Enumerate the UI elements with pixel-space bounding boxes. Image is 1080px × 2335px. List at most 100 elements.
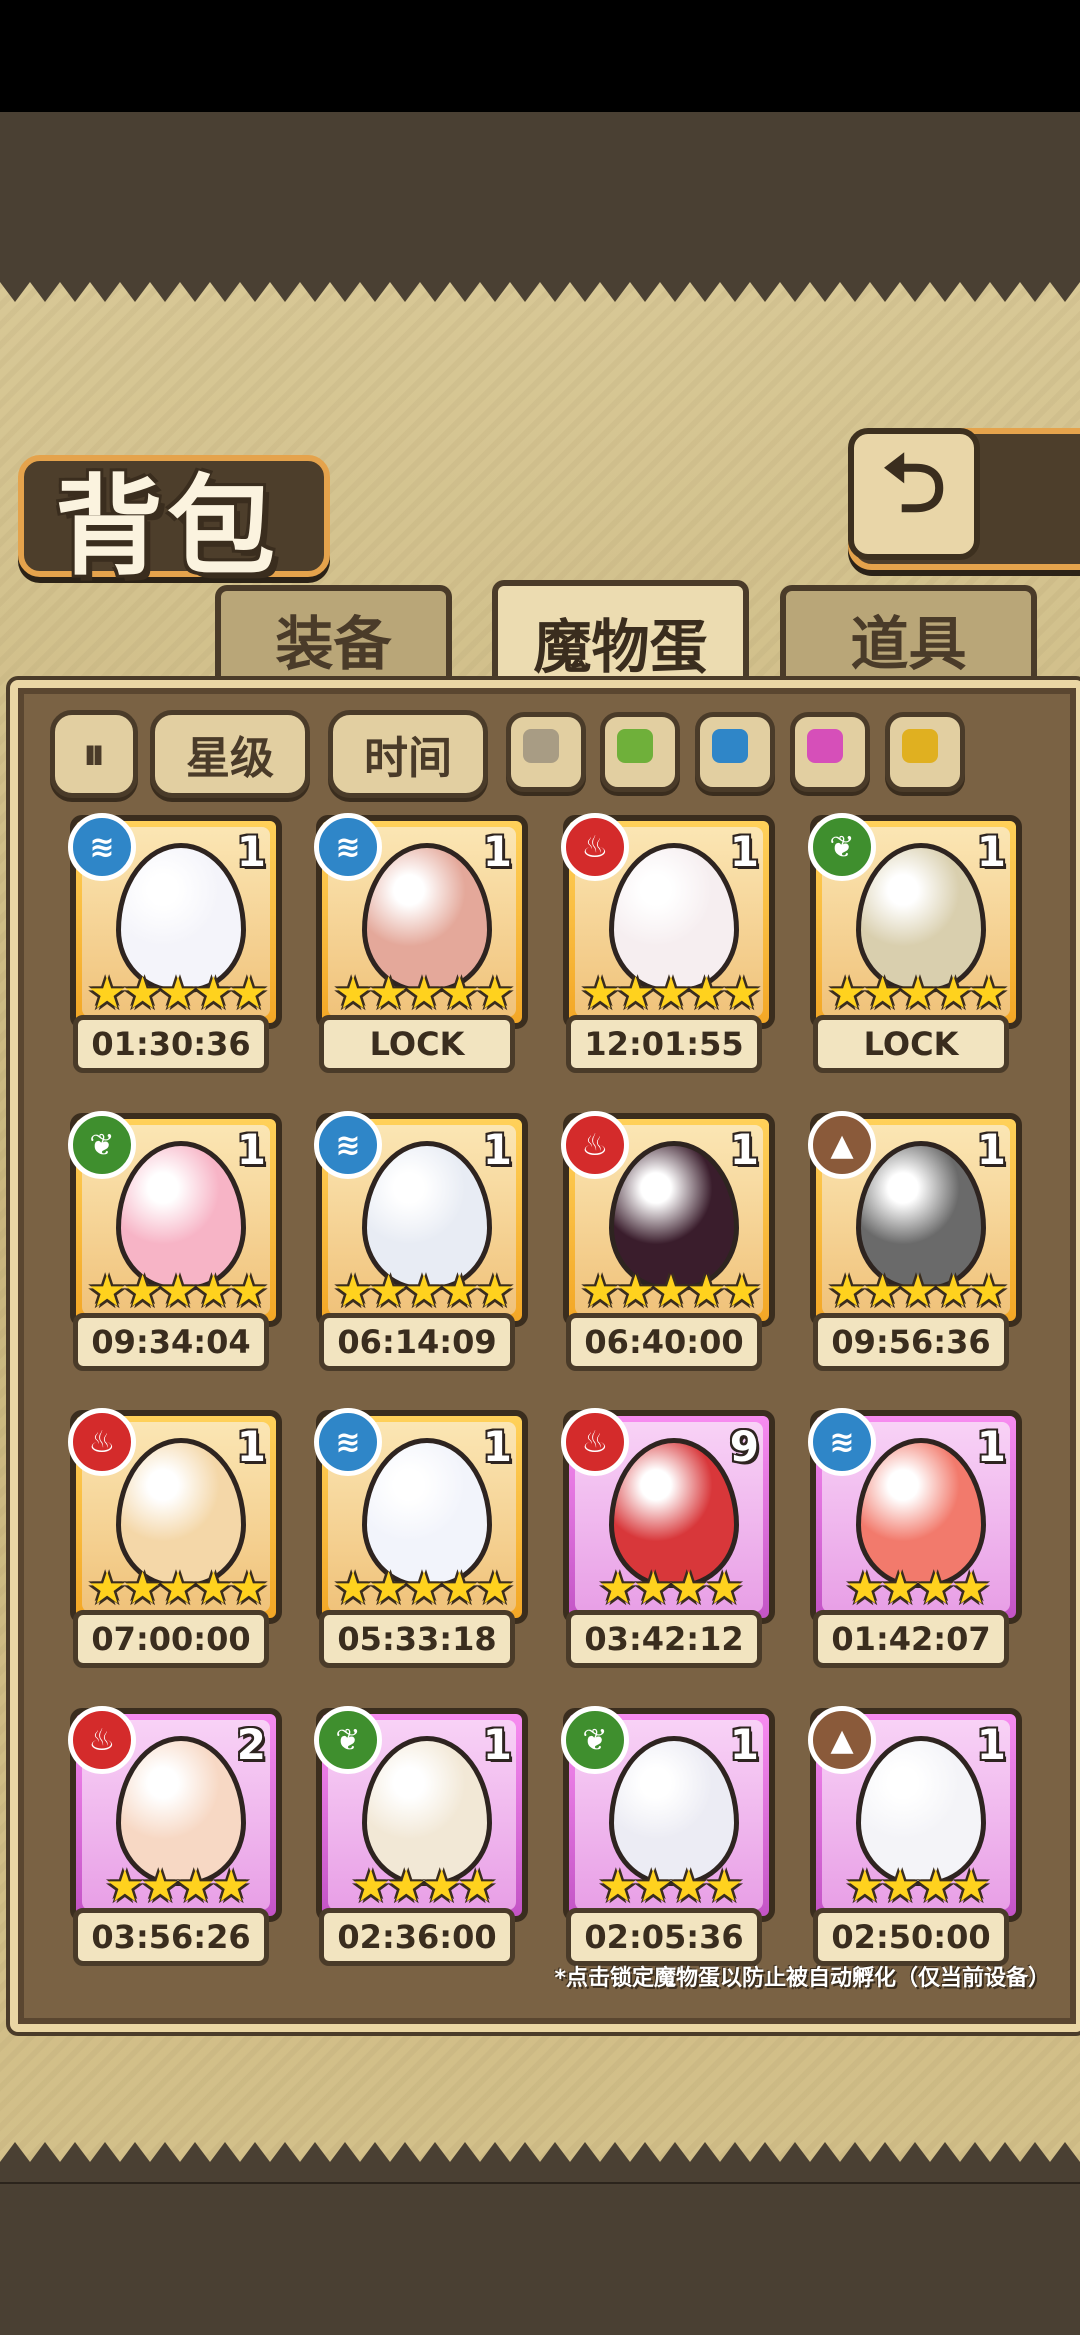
egg-card[interactable]: ▲ 1 ★★★★	[808, 1706, 1022, 1922]
egg-card[interactable]: ≋ 1 ★★★★★	[314, 1408, 528, 1624]
egg-card[interactable]: ♨ 1 ★★★★★	[561, 1111, 775, 1327]
lock-button[interactable]: LOCK	[319, 1015, 515, 1073]
egg-count: 2	[236, 1720, 266, 1769]
lock-button[interactable]: LOCK	[813, 1015, 1009, 1073]
water-element-icon: ≋	[314, 813, 382, 881]
tab-label: 道具	[850, 609, 967, 678]
star-rating: ★★★★	[351, 1861, 497, 1912]
egg-count: 1	[729, 1125, 759, 1174]
hatch-timer[interactable]: 01:30:36	[73, 1015, 269, 1073]
bottom-zigzag-edge	[0, 2142, 1080, 2182]
star-rating: ★★★★★	[87, 1563, 268, 1614]
filter-time-button[interactable]: 时间	[328, 710, 488, 798]
hatch-timer[interactable]: 02:50:00	[813, 1908, 1009, 1966]
filter-swatch-green[interactable]	[600, 712, 680, 792]
sort-toggle-icon: ⏸	[83, 728, 105, 780]
lock-footnote: *点击锁定魔物蛋以防止被自动孵化（仅当前设备）	[554, 1966, 1050, 1991]
leaf-element-icon: ❦	[68, 1111, 136, 1179]
egg-count: 1	[976, 1422, 1006, 1471]
egg-count: 1	[976, 1720, 1006, 1769]
egg-count: 1	[729, 827, 759, 876]
page-title: 背包	[55, 465, 280, 590]
swatch-color	[902, 729, 938, 763]
fire-element-icon: ♨	[68, 1408, 136, 1476]
hatch-timer[interactable]: 07:00:00	[73, 1610, 269, 1668]
egg-count: 1	[729, 1720, 759, 1769]
egg-count: 9	[729, 1422, 759, 1471]
filter-swatch-pink[interactable]	[790, 712, 870, 792]
hatch-timer[interactable]: 05:33:18	[319, 1610, 515, 1668]
top-zigzag-edge	[0, 262, 1080, 302]
filter-swatch-gold[interactable]	[885, 712, 965, 792]
star-rating: ★★★★	[598, 1861, 744, 1912]
hatch-timer[interactable]: 03:56:26	[73, 1908, 269, 1966]
swatch-color	[617, 729, 653, 763]
tab-items[interactable]: 道具	[780, 585, 1037, 686]
hatch-timer[interactable]: 06:14:09	[319, 1313, 515, 1371]
tab-label: 魔物蛋	[533, 613, 708, 681]
star-rating: ★★★★★	[333, 968, 514, 1019]
filter-star-label: 星级	[186, 733, 274, 784]
leaf-element-icon: ❦	[561, 1706, 629, 1774]
swatch-color	[807, 729, 843, 763]
hatch-timer[interactable]: 09:56:36	[813, 1313, 1009, 1371]
star-rating: ★★★★	[845, 1563, 991, 1614]
egg-count: 1	[236, 1422, 266, 1471]
fire-element-icon: ♨	[561, 1408, 629, 1476]
back-button[interactable]: ⮌	[848, 428, 980, 560]
water-element-icon: ≋	[314, 1408, 382, 1476]
star-rating: ★★★★★	[580, 1266, 761, 1317]
hatch-timer[interactable]: 02:05:36	[566, 1908, 762, 1966]
star-rating: ★★★★★	[87, 968, 268, 1019]
filter-swatch-grey[interactable]	[506, 712, 586, 792]
egg-count: 1	[236, 827, 266, 876]
egg-card[interactable]: ♨ 1 ★★★★★	[68, 1408, 282, 1624]
egg-card[interactable]: ♨ 1 ★★★★★	[561, 813, 775, 1029]
water-element-icon: ≋	[68, 813, 136, 881]
hatch-timer[interactable]: 02:36:00	[319, 1908, 515, 1966]
egg-card[interactable]: ♨ 2 ★★★★	[68, 1706, 282, 1922]
star-rating: ★★★★★	[333, 1266, 514, 1317]
star-rating: ★★★★★	[827, 1266, 1008, 1317]
egg-card[interactable]: ▲ 1 ★★★★★	[808, 1111, 1022, 1327]
hatch-timer[interactable]: 12:01:55	[566, 1015, 762, 1073]
egg-card[interactable]: ≋ 1 ★★★★★	[314, 1111, 528, 1327]
swatch-color	[712, 729, 748, 763]
return-arrow-icon: ⮌	[881, 437, 947, 530]
egg-card[interactable]: ❦ 1 ★★★★★	[68, 1111, 282, 1327]
fire-element-icon: ♨	[68, 1706, 136, 1774]
hatch-timer[interactable]: 06:40:00	[566, 1313, 762, 1371]
egg-card[interactable]: ≋ 1 ★★★★★	[68, 813, 282, 1029]
hatch-timer[interactable]: 01:42:07	[813, 1610, 1009, 1668]
earth-element-icon: ▲	[808, 1111, 876, 1179]
egg-count: 1	[236, 1125, 266, 1174]
star-rating: ★★★★	[845, 1861, 991, 1912]
swatch-color	[523, 729, 559, 763]
filter-time-label: 时间	[364, 733, 452, 784]
star-rating: ★★★★★	[580, 968, 761, 1019]
filter-swatch-blue[interactable]	[695, 712, 775, 792]
egg-card[interactable]: ≋ 1 ★★★★★	[314, 813, 528, 1029]
egg-card[interactable]: ❦ 1 ★★★★	[561, 1706, 775, 1922]
star-rating: ★★★★★	[333, 1563, 514, 1614]
tab-equipment[interactable]: 装备	[215, 585, 452, 686]
hatch-timer[interactable]: 09:34:04	[73, 1313, 269, 1371]
egg-card[interactable]: ♨ 9 ★★★★	[561, 1408, 775, 1624]
sort-toggle-button[interactable]: ⏸	[50, 710, 138, 798]
tab-label: 装备	[275, 609, 392, 678]
egg-card[interactable]: ❦ 1 ★★★★★	[808, 813, 1022, 1029]
star-rating: ★★★★★	[827, 968, 1008, 1019]
egg-count: 1	[482, 1720, 512, 1769]
hatch-timer[interactable]: 03:42:12	[566, 1610, 762, 1668]
bottom-map-band	[0, 2180, 1080, 2335]
filter-star-button[interactable]: 星级	[150, 710, 310, 798]
egg-card[interactable]: ❦ 1 ★★★★	[314, 1706, 528, 1922]
egg-card[interactable]: ≋ 1 ★★★★	[808, 1408, 1022, 1624]
egg-count: 1	[976, 827, 1006, 876]
fire-element-icon: ♨	[561, 813, 629, 881]
top-map-band	[0, 112, 1080, 266]
star-rating: ★★★★★	[87, 1266, 268, 1317]
star-rating: ★★★★	[105, 1861, 251, 1912]
earth-element-icon: ▲	[808, 1706, 876, 1774]
egg-count: 1	[976, 1125, 1006, 1174]
